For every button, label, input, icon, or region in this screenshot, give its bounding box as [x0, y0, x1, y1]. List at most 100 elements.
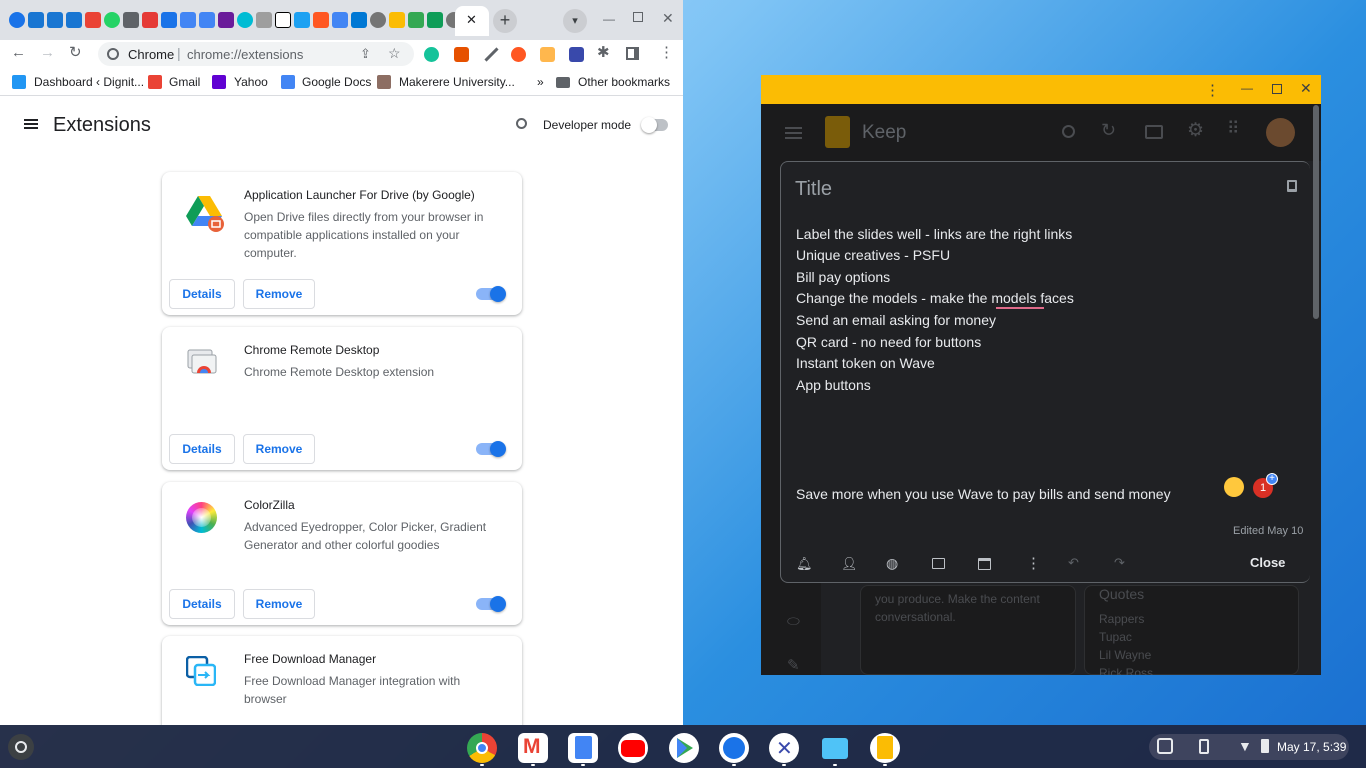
youtube-app-icon[interactable] — [618, 733, 648, 763]
bookmark-google-docs[interactable]: Google Docs — [302, 75, 371, 89]
tab-favicon[interactable] — [9, 12, 25, 28]
enable-toggle[interactable] — [476, 286, 506, 302]
tab-favicon[interactable] — [104, 12, 120, 28]
docs-app-icon[interactable] — [568, 733, 598, 763]
add-icon[interactable]: + — [1266, 473, 1278, 485]
bookmarks-overflow-icon[interactable]: » — [537, 75, 544, 89]
play-store-app-icon[interactable] — [669, 733, 699, 763]
note-title-field[interactable]: Title — [795, 178, 832, 201]
remove-button[interactable]: Remove — [243, 279, 315, 309]
tab-search-icon[interactable]: ▾ — [563, 9, 587, 33]
messages-app-icon[interactable] — [719, 733, 749, 763]
keep-app-icon[interactable] — [870, 733, 900, 763]
settings-gear-icon[interactable]: ⚙ — [1187, 119, 1204, 142]
add-image-icon[interactable] — [932, 558, 945, 569]
close-tab-icon[interactable]: ✕ — [466, 12, 477, 28]
remove-button[interactable]: Remove — [243, 434, 315, 464]
tab-favicon[interactable] — [370, 12, 386, 28]
palette-icon[interactable]: ◍ — [886, 555, 898, 572]
redo-icon[interactable]: ↷ — [1114, 555, 1125, 571]
extension-icon[interactable] — [454, 47, 469, 62]
forward-icon[interactable]: → — [40, 44, 55, 62]
back-icon[interactable]: ← — [11, 44, 26, 62]
refresh-icon[interactable]: ↻ — [1101, 120, 1116, 141]
tab-favicon[interactable] — [180, 12, 196, 28]
tab-favicon[interactable] — [85, 12, 101, 28]
bookmark-yahoo[interactable]: Yahoo — [234, 75, 268, 89]
enable-toggle[interactable] — [476, 441, 506, 457]
tab-favicon[interactable] — [218, 12, 234, 28]
bookmark-gmail[interactable]: Gmail — [169, 75, 200, 89]
tab-favicon[interactable] — [28, 12, 44, 28]
details-button[interactable]: Details — [169, 279, 235, 309]
tab-favicon[interactable] — [142, 12, 158, 28]
launcher-button[interactable] — [8, 734, 34, 760]
undo-icon[interactable]: ↶ — [1068, 555, 1079, 571]
tab-favicon[interactable] — [294, 12, 310, 28]
bookmark-dashboard[interactable]: Dashboard ‹ Dignit... — [34, 75, 144, 89]
tab-favicon[interactable] — [427, 12, 443, 28]
side-panel-icon[interactable] — [626, 47, 639, 60]
tab-favicon[interactable] — [199, 12, 215, 28]
tab-favicon[interactable] — [351, 12, 367, 28]
tab-favicon[interactable] — [256, 12, 272, 28]
developer-mode-toggle[interactable] — [641, 117, 668, 133]
details-button[interactable]: Details — [169, 589, 235, 619]
background-note[interactable]: Quotes Rappers Tupac Lil Wayne Rick Ross — [1084, 585, 1299, 675]
active-tab[interactable]: ✕ — [455, 6, 489, 36]
extension-icon[interactable] — [511, 47, 526, 62]
tab-favicon[interactable] — [47, 12, 63, 28]
tab-favicon[interactable] — [389, 12, 405, 28]
tab-favicon[interactable] — [275, 12, 291, 28]
gmail-app-icon[interactable]: M — [518, 733, 548, 763]
tab-favicon[interactable] — [237, 12, 253, 28]
background-note[interactable]: you produce. Make the content conversati… — [860, 585, 1076, 675]
note-body[interactable]: Label the slides well - links are the ri… — [795, 222, 1295, 402]
extension-icon[interactable] — [569, 47, 584, 62]
remove-button[interactable]: Remove — [243, 589, 315, 619]
archive-icon[interactable] — [978, 558, 991, 570]
enable-toggle[interactable] — [476, 596, 506, 612]
grammarly-icon[interactable] — [424, 47, 439, 62]
tab-favicon[interactable] — [332, 12, 348, 28]
close-note-button[interactable]: Close — [1250, 555, 1285, 570]
omnibox-url[interactable]: chrome://extensions — [187, 47, 303, 62]
list-view-icon[interactable] — [1145, 125, 1163, 139]
tab-favicon[interactable] — [313, 12, 329, 28]
app-icon[interactable]: ✕ — [769, 733, 799, 763]
apps-grid-icon[interactable]: ⠿ — [1227, 119, 1239, 139]
other-bookmarks[interactable]: Other bookmarks — [578, 75, 670, 89]
details-button[interactable]: Details — [169, 434, 235, 464]
bookmark-makerere[interactable]: Makerere University... — [399, 75, 515, 89]
extensions-puzzle-icon[interactable]: ✱ — [597, 44, 610, 62]
hamburger-menu-icon[interactable] — [24, 119, 38, 121]
minimize-icon[interactable]: — — [1241, 81, 1253, 95]
main-menu-icon[interactable] — [785, 127, 802, 129]
close-window-icon[interactable]: ✕ — [1300, 80, 1312, 97]
avatar[interactable] — [1266, 118, 1295, 147]
bookmark-star-icon[interactable]: ☆ — [388, 45, 401, 62]
tab-favicon[interactable] — [66, 12, 82, 28]
scrollbar[interactable] — [1313, 105, 1319, 319]
maximize-icon[interactable] — [633, 12, 643, 22]
minimize-icon[interactable]: — — [603, 12, 615, 26]
close-window-icon[interactable]: ✕ — [662, 10, 674, 27]
edit-labels-icon[interactable]: ✎ — [787, 656, 800, 674]
pin-icon[interactable] — [1287, 180, 1297, 192]
collaborator-icon[interactable]: 👤︎ — [841, 556, 858, 572]
holding-space-icon[interactable] — [1157, 738, 1173, 754]
new-tab-button[interactable]: + — [493, 9, 517, 33]
chrome-app-icon[interactable] — [467, 733, 497, 763]
phone-hub-icon[interactable] — [1199, 739, 1209, 754]
chrome-menu-icon[interactable]: ⋮ — [659, 44, 674, 62]
reload-icon[interactable]: ↻ — [69, 44, 82, 62]
omnibox[interactable]: Chrome | chrome://extensions ⇪ ☆ — [98, 42, 414, 66]
window-menu-icon[interactable]: ⋮ — [1205, 81, 1220, 99]
search-icon[interactable] — [1062, 125, 1075, 138]
tab-favicon[interactable] — [408, 12, 424, 28]
remind-me-icon[interactable]: 🔔︎ — [796, 556, 813, 572]
label-icon[interactable]: ⬭ — [787, 613, 800, 630]
files-app-icon[interactable] — [820, 733, 850, 763]
more-options-icon[interactable]: ⋮ — [1026, 554, 1041, 572]
extension-icon[interactable] — [540, 47, 555, 62]
